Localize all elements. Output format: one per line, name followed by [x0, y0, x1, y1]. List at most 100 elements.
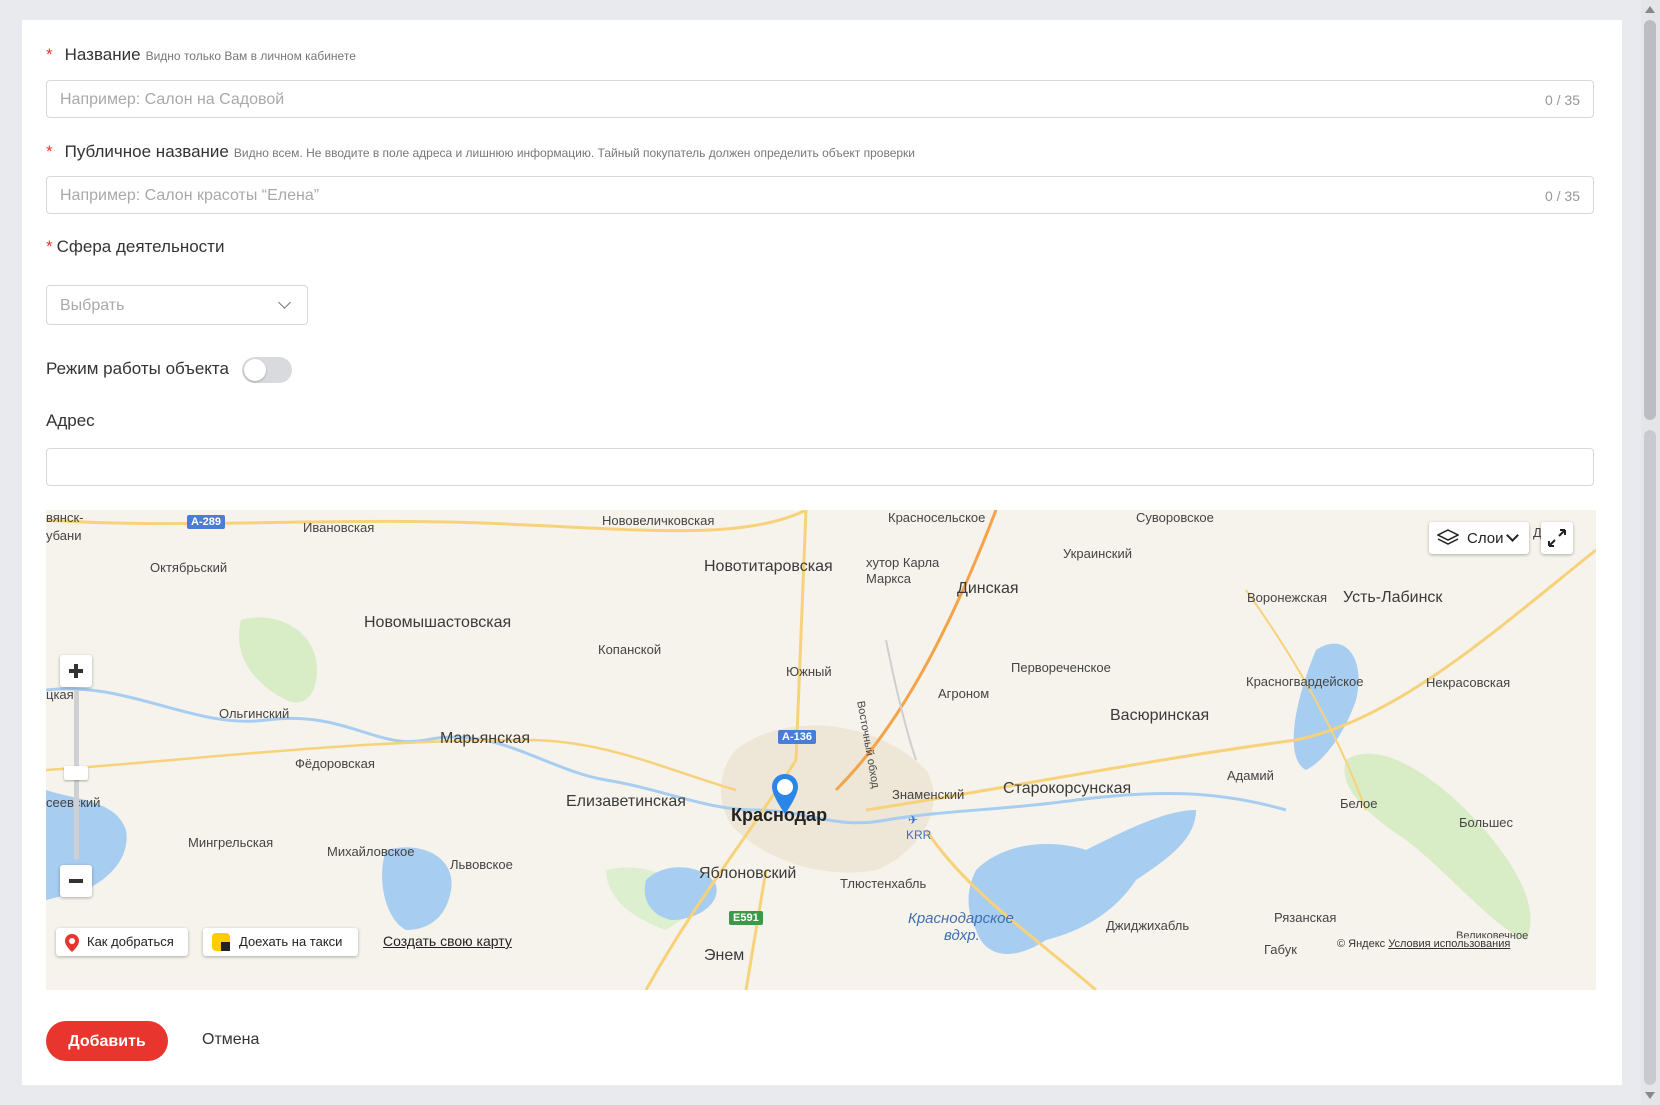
map-label: Украинский	[1063, 546, 1132, 561]
activity-label-row: * Сфера деятельности	[46, 237, 224, 257]
name-label: Название	[64, 45, 141, 64]
scroll-down-arrow-icon[interactable]	[1645, 1092, 1655, 1099]
name-hint: Видно только Вам в личном кабинете	[145, 49, 356, 63]
map-label: Красносельское	[888, 510, 986, 525]
address-label: Адрес	[46, 411, 95, 430]
map-tiles	[46, 510, 1596, 990]
taxi-label: Доехать на такси	[239, 934, 343, 949]
map-label: Джиджихабль	[1106, 918, 1190, 933]
schedule-toggle[interactable]	[242, 357, 292, 383]
add-button[interactable]: Добавить	[46, 1021, 168, 1061]
map-label: Некрасовская	[1426, 675, 1511, 690]
road-badge: А-289	[187, 515, 225, 529]
map-label: Первореченское	[1011, 660, 1111, 675]
address-input[interactable]	[46, 448, 1594, 486]
layers-button[interactable]: Слои	[1429, 522, 1529, 554]
map-label: Большес	[1459, 815, 1513, 830]
activity-placeholder: Выбрать	[60, 297, 125, 314]
name-input[interactable]: Например: Салон на Садовой 0 / 35	[46, 80, 1594, 118]
map-label: Фёдоровская	[295, 756, 375, 771]
map-label: Знаменский	[892, 787, 965, 802]
map-label: хутор Карла	[866, 555, 940, 570]
activity-select[interactable]: Выбрать	[46, 285, 308, 325]
map-label: Старокорсунская	[1003, 780, 1132, 797]
layers-icon	[1437, 529, 1459, 545]
scrollbar-lower-track[interactable]	[1644, 430, 1656, 1085]
scroll-up-arrow-icon[interactable]	[1645, 6, 1655, 13]
taxi-icon	[212, 933, 230, 951]
map-label: Елизаветинская	[566, 793, 686, 810]
map-copyright: © Яндекс Условия использования	[1334, 938, 1514, 950]
scrollbar-thumb[interactable]	[1644, 20, 1656, 420]
map-label: Марьянская	[440, 730, 531, 747]
map-label: Михайловское	[327, 844, 415, 859]
location-marker-icon	[65, 934, 79, 952]
schedule-label-row: Режим работы объекта	[46, 359, 229, 379]
public-name-counter: 0 / 35	[1544, 188, 1580, 204]
required-mark: *	[46, 142, 53, 161]
map-label: Южный	[786, 664, 832, 679]
map-label: Львовское	[450, 857, 513, 872]
map-label: Мингрельская	[188, 835, 274, 850]
map-label: Агроном	[938, 686, 990, 701]
map-label: KRR	[906, 828, 932, 842]
copyright-text: © Яндекс	[1337, 938, 1386, 950]
map-label: Яблоновский	[699, 865, 797, 882]
map-label: Тлюстенхабль	[840, 876, 927, 891]
map-label: Динская	[957, 580, 1019, 597]
road-badge: E591	[729, 911, 763, 925]
terms-link[interactable]: Условия использования	[1388, 938, 1510, 950]
fullscreen-button[interactable]	[1541, 522, 1573, 554]
map-label: Белое	[1340, 796, 1378, 811]
form-card: * Название Видно только Вам в личном каб…	[22, 20, 1622, 1085]
create-map-link[interactable]: Создать свою карту	[383, 933, 512, 949]
zoom-in-button[interactable]	[60, 655, 92, 687]
public-name-label: Публичное название	[64, 142, 229, 161]
map-label: убани	[46, 528, 82, 543]
scrollbar[interactable]	[1641, 0, 1660, 1105]
public-name-label-row: * Публичное название Видно всем. Не ввод…	[46, 142, 915, 162]
taxi-button[interactable]: Доехать на такси	[203, 928, 358, 956]
chevron-down-icon	[1506, 529, 1519, 542]
layers-label: Слои	[1467, 530, 1504, 547]
map-label: Воронежская	[1247, 590, 1328, 605]
map-label: Суворовское	[1136, 510, 1214, 525]
zoom-out-button[interactable]	[60, 865, 92, 897]
map-label: Нововеличковская	[602, 513, 715, 528]
plus-icon-part	[74, 664, 78, 678]
expand-icon	[1548, 529, 1566, 547]
map-label: Красногвардейское	[1246, 674, 1364, 689]
map-label: Октябрьский	[150, 560, 228, 575]
map-label: Новотитаровская	[704, 558, 833, 575]
public-name-hint: Видно всем. Не вводите в поле адреса и л…	[233, 146, 916, 160]
route-label: Как добраться	[87, 934, 174, 949]
map-label: Маркса	[866, 571, 911, 586]
minus-icon	[69, 879, 83, 883]
zoom-slider-handle[interactable]	[64, 766, 88, 780]
public-name-placeholder: Например: Салон красоты “Елена”	[60, 187, 320, 204]
map-label: Габук	[1264, 942, 1297, 957]
map-label: Копанской	[598, 642, 662, 657]
location-pin-icon[interactable]	[770, 772, 800, 816]
map-label: Адамий	[1227, 768, 1274, 783]
cancel-button[interactable]: Отмена	[202, 1031, 259, 1049]
map[interactable]: вянск- убани А-289 Ивановская Нововеличк…	[46, 510, 1596, 990]
road-badge: А-136	[778, 730, 816, 744]
route-button[interactable]: Как добраться	[56, 928, 188, 956]
map-label: вянск-	[46, 510, 84, 525]
name-label-row: * Название Видно только Вам в личном каб…	[46, 45, 356, 65]
schedule-label: Режим работы объекта	[46, 359, 229, 378]
map-label: цкая	[46, 687, 74, 702]
map-label-water: вдхр.	[944, 927, 980, 944]
toggle-knob	[244, 359, 266, 381]
public-name-input[interactable]: Например: Салон красоты “Елена” 0 / 35	[46, 176, 1594, 214]
map-label: Ольгинский	[219, 706, 290, 721]
address-label-row: Адрес	[46, 411, 95, 431]
map-label-water: Краснодарское	[908, 910, 1014, 927]
required-mark: *	[46, 45, 53, 64]
name-placeholder: Например: Салон на Садовой	[60, 91, 285, 108]
name-counter: 0 / 35	[1544, 92, 1580, 108]
map-label: Ивановская	[303, 520, 375, 535]
map-label: Васюринская	[1110, 707, 1210, 724]
airport-icon: ✈	[908, 813, 919, 827]
